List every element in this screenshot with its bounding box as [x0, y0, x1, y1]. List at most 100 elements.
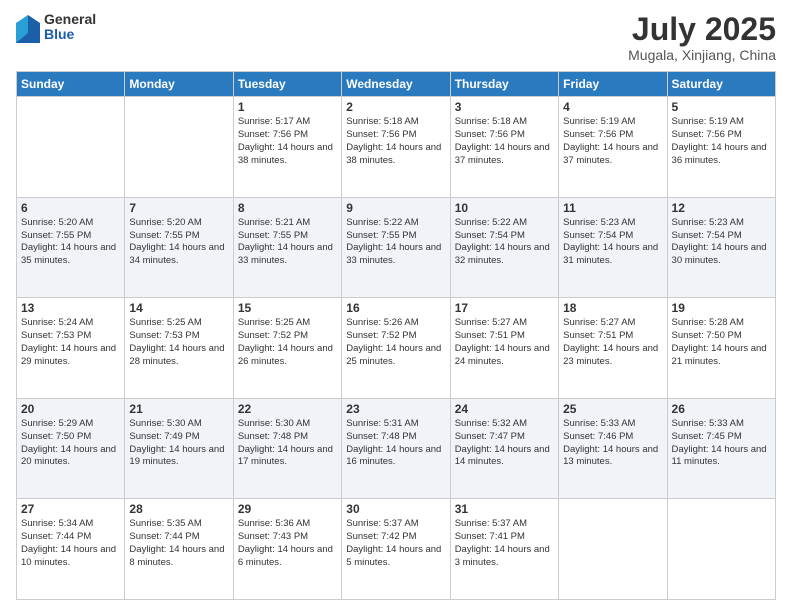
- cell-date: 28: [129, 502, 228, 516]
- cell-2-5: 10 Sunrise: 5:22 AM Sunset: 7:54 PM Dayli…: [450, 197, 558, 298]
- cell-1-6: 4Sunrise: 5:19 AM Sunset: 7:56 PM Daylig…: [559, 97, 667, 198]
- cell-date: 3: [455, 100, 554, 114]
- cell-date: 8: [238, 201, 337, 215]
- cell-5-3: 29 Sunrise: 5:36 AM Sunset: 7:43 PM Dayli…: [233, 499, 341, 600]
- cell-date: 1: [238, 100, 337, 114]
- cell-info: Sunrise: 5:20 AM Sunset: 7:55 PM Dayligh…: [21, 217, 120, 268]
- cell-5-1: 27Sunrise: 5:34 AM Sunset: 7:44 PM Dayli…: [17, 499, 125, 600]
- location: Mugala, Xinjiang, China: [628, 47, 776, 63]
- logo: General Blue: [16, 12, 96, 43]
- header: General Blue July 2025 Mugala, Xinjiang,…: [16, 12, 776, 63]
- cell-2-4: 9 Sunrise: 5:22 AM Sunset: 7:55 PM Daylig…: [342, 197, 450, 298]
- cell-date: 20: [21, 402, 120, 416]
- cell-1-4: 2 Sunrise: 5:18 AM Sunset: 7:56 PM Daylig…: [342, 97, 450, 198]
- col-sunday: Sunday: [17, 72, 125, 97]
- cell-info: Sunrise: 5:19 AM Sunset: 7:56 PM Dayligh…: [563, 116, 662, 167]
- cell-info: Sunrise: 5:25 AM Sunset: 7:53 PM Dayligh…: [129, 317, 228, 368]
- cell-info: Sunrise: 5:34 AM Sunset: 7:44 PM Dayligh…: [21, 518, 120, 569]
- cell-2-6: 11 Sunrise: 5:23 AM Sunset: 7:54 PM Dayli…: [559, 197, 667, 298]
- cell-info: Sunrise: 5:18 AM Sunset: 7:56 PM Dayligh…: [455, 116, 554, 167]
- cell-5-6: [559, 499, 667, 600]
- cell-1-2: [125, 97, 233, 198]
- cell-info: Sunrise: 5:27 AM Sunset: 7:51 PM Dayligh…: [455, 317, 554, 368]
- week-row-3: 13Sunrise: 5:24 AM Sunset: 7:53 PM Dayli…: [17, 298, 776, 399]
- cell-2-2: 7 Sunrise: 5:20 AM Sunset: 7:55 PM Daylig…: [125, 197, 233, 298]
- cell-date: 14: [129, 301, 228, 315]
- cell-2-7: 12Sunrise: 5:23 AM Sunset: 7:54 PM Dayli…: [667, 197, 775, 298]
- cell-info: Sunrise: 5:26 AM Sunset: 7:52 PM Dayligh…: [346, 317, 445, 368]
- logo-blue: Blue: [44, 27, 96, 42]
- cell-5-7: [667, 499, 775, 600]
- cell-5-2: 28Sunrise: 5:35 AM Sunset: 7:44 PM Dayli…: [125, 499, 233, 600]
- cell-3-2: 14 Sunrise: 5:25 AM Sunset: 7:53 PM Dayli…: [125, 298, 233, 399]
- cell-1-1: [17, 97, 125, 198]
- cell-info: Sunrise: 5:23 AM Sunset: 7:54 PM Dayligh…: [563, 217, 662, 268]
- cell-date: 18: [563, 301, 662, 315]
- page: General Blue July 2025 Mugala, Xinjiang,…: [0, 0, 792, 612]
- cell-date: 22: [238, 402, 337, 416]
- cell-info: Sunrise: 5:19 AM Sunset: 7:56 PM Dayligh…: [672, 116, 771, 167]
- cell-4-4: 23Sunrise: 5:31 AM Sunset: 7:48 PM Dayli…: [342, 398, 450, 499]
- cell-info: Sunrise: 5:18 AM Sunset: 7:56 PM Dayligh…: [346, 116, 445, 167]
- cell-info: Sunrise: 5:22 AM Sunset: 7:54 PM Dayligh…: [455, 217, 554, 268]
- cell-date: 17: [455, 301, 554, 315]
- cell-date: 11: [563, 201, 662, 215]
- cell-5-5: 31 Sunrise: 5:37 AM Sunset: 7:41 PM Dayli…: [450, 499, 558, 600]
- cell-4-5: 24Sunrise: 5:32 AM Sunset: 7:47 PM Dayli…: [450, 398, 558, 499]
- cell-date: 7: [129, 201, 228, 215]
- cell-5-4: 30 Sunrise: 5:37 AM Sunset: 7:42 PM Dayli…: [342, 499, 450, 600]
- cell-info: Sunrise: 5:31 AM Sunset: 7:48 PM Dayligh…: [346, 418, 445, 469]
- cell-date: 21: [129, 402, 228, 416]
- col-wednesday: Wednesday: [342, 72, 450, 97]
- cell-date: 12: [672, 201, 771, 215]
- cell-1-5: 3 Sunrise: 5:18 AM Sunset: 7:56 PM Daylig…: [450, 97, 558, 198]
- cell-4-6: 25Sunrise: 5:33 AM Sunset: 7:46 PM Dayli…: [559, 398, 667, 499]
- week-row-5: 27Sunrise: 5:34 AM Sunset: 7:44 PM Dayli…: [17, 499, 776, 600]
- cell-1-7: 5 Sunrise: 5:19 AM Sunset: 7:56 PM Daylig…: [667, 97, 775, 198]
- col-saturday: Saturday: [667, 72, 775, 97]
- cell-date: 10: [455, 201, 554, 215]
- cell-info: Sunrise: 5:37 AM Sunset: 7:42 PM Dayligh…: [346, 518, 445, 569]
- cell-3-6: 18Sunrise: 5:27 AM Sunset: 7:51 PM Dayli…: [559, 298, 667, 399]
- cell-date: 29: [238, 502, 337, 516]
- cell-3-4: 16 Sunrise: 5:26 AM Sunset: 7:52 PM Dayli…: [342, 298, 450, 399]
- cell-info: Sunrise: 5:25 AM Sunset: 7:52 PM Dayligh…: [238, 317, 337, 368]
- cell-info: Sunrise: 5:22 AM Sunset: 7:55 PM Dayligh…: [346, 217, 445, 268]
- cell-3-7: 19Sunrise: 5:28 AM Sunset: 7:50 PM Dayli…: [667, 298, 775, 399]
- cell-date: 15: [238, 301, 337, 315]
- cell-2-3: 8 Sunrise: 5:21 AM Sunset: 7:55 PM Daylig…: [233, 197, 341, 298]
- logo-icon: [16, 15, 40, 43]
- cell-info: Sunrise: 5:37 AM Sunset: 7:41 PM Dayligh…: [455, 518, 554, 569]
- cell-4-3: 22Sunrise: 5:30 AM Sunset: 7:48 PM Dayli…: [233, 398, 341, 499]
- cell-date: 9: [346, 201, 445, 215]
- cell-3-1: 13Sunrise: 5:24 AM Sunset: 7:53 PM Dayli…: [17, 298, 125, 399]
- col-monday: Monday: [125, 72, 233, 97]
- week-row-4: 20 Sunrise: 5:29 AM Sunset: 7:50 PM Dayli…: [17, 398, 776, 499]
- cell-3-3: 15 Sunrise: 5:25 AM Sunset: 7:52 PM Dayli…: [233, 298, 341, 399]
- calendar-table: Sunday Monday Tuesday Wednesday Thursday…: [16, 71, 776, 600]
- cell-date: 25: [563, 402, 662, 416]
- cell-info: Sunrise: 5:21 AM Sunset: 7:55 PM Dayligh…: [238, 217, 337, 268]
- cell-4-1: 20 Sunrise: 5:29 AM Sunset: 7:50 PM Dayli…: [17, 398, 125, 499]
- cell-1-3: 1 Sunrise: 5:17 AM Sunset: 7:56 PM Daylig…: [233, 97, 341, 198]
- col-tuesday: Tuesday: [233, 72, 341, 97]
- cell-info: Sunrise: 5:30 AM Sunset: 7:49 PM Dayligh…: [129, 418, 228, 469]
- week-row-2: 6 Sunrise: 5:20 AM Sunset: 7:55 PM Daylig…: [17, 197, 776, 298]
- cell-date: 5: [672, 100, 771, 114]
- cell-info: Sunrise: 5:29 AM Sunset: 7:50 PM Dayligh…: [21, 418, 120, 469]
- cell-info: Sunrise: 5:20 AM Sunset: 7:55 PM Dayligh…: [129, 217, 228, 268]
- cell-info: Sunrise: 5:28 AM Sunset: 7:50 PM Dayligh…: [672, 317, 771, 368]
- cell-date: 16: [346, 301, 445, 315]
- col-thursday: Thursday: [450, 72, 558, 97]
- cell-date: 2: [346, 100, 445, 114]
- cell-info: Sunrise: 5:17 AM Sunset: 7:56 PM Dayligh…: [238, 116, 337, 167]
- cell-2-1: 6 Sunrise: 5:20 AM Sunset: 7:55 PM Daylig…: [17, 197, 125, 298]
- col-friday: Friday: [559, 72, 667, 97]
- cell-info: Sunrise: 5:36 AM Sunset: 7:43 PM Dayligh…: [238, 518, 337, 569]
- cell-date: 30: [346, 502, 445, 516]
- cell-date: 31: [455, 502, 554, 516]
- week-row-1: 1 Sunrise: 5:17 AM Sunset: 7:56 PM Daylig…: [17, 97, 776, 198]
- cell-info: Sunrise: 5:32 AM Sunset: 7:47 PM Dayligh…: [455, 418, 554, 469]
- cell-date: 6: [21, 201, 120, 215]
- calendar-header-row: Sunday Monday Tuesday Wednesday Thursday…: [17, 72, 776, 97]
